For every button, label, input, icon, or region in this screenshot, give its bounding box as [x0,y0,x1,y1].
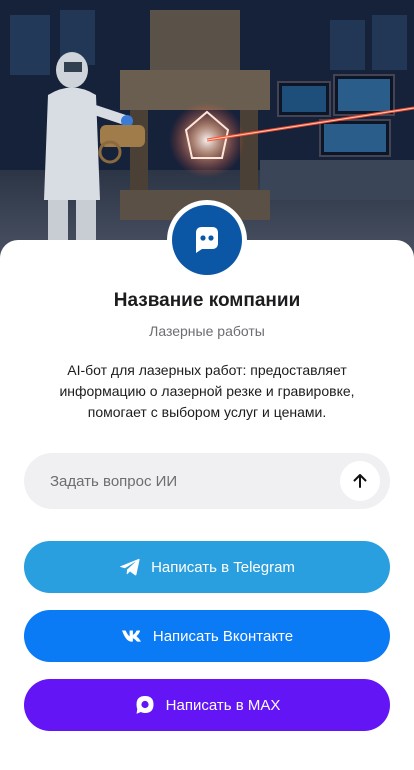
company-avatar [167,200,247,280]
telegram-label: Написать в Telegram [151,558,295,576]
max-button[interactable]: Написать в MAX [24,679,390,731]
vk-button[interactable]: Написать Вконтакте [24,610,390,662]
company-name: Название компании [113,290,301,311]
telegram-icon [119,557,141,577]
vk-icon [121,629,143,643]
company-description: AI-бот для лазерных работ: предоставляет… [59,362,355,420]
ask-ai-input[interactable] [48,471,318,491]
telegram-button[interactable]: Написать в Telegram [24,541,390,593]
max-label: Написать в MAX [165,696,281,714]
ask-ai-field[interactable] [24,453,390,509]
send-button[interactable] [340,461,380,501]
arrow-up-icon [353,474,367,488]
max-icon [134,694,156,716]
company-subtitle: Лазерные работы [149,323,265,339]
chat-bot-icon [172,205,242,275]
vk-label: Написать Вконтакте [152,627,294,645]
